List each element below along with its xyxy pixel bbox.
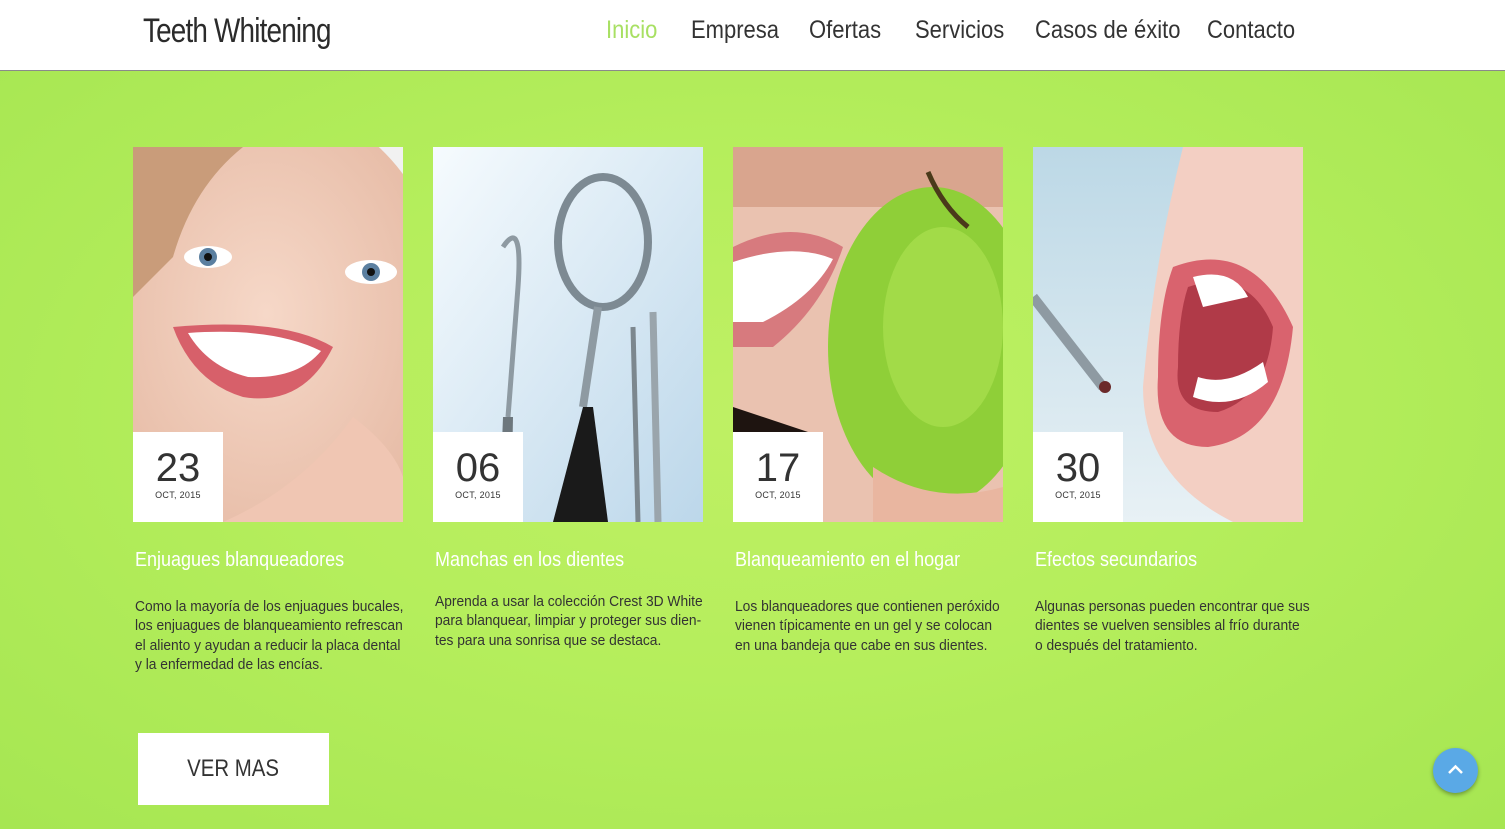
card-title[interactable]: Efectos secundarios (1035, 549, 1197, 572)
date-badge: 17 OCT, 2015 (733, 432, 823, 522)
site-header: Teeth Whitening Inicio Empresa Ofertas S… (0, 0, 1505, 71)
card-description: Algunas personas pueden encontrar que su… (1035, 598, 1310, 654)
card-title[interactable]: Enjuagues blanqueadores (135, 549, 344, 572)
nav-item-inicio[interactable]: Inicio (606, 16, 657, 45)
date-badge: 30 OCT, 2015 (1033, 432, 1123, 522)
date-month-year: OCT, 2015 (1055, 490, 1101, 500)
nav-item-empresa[interactable]: Empresa (691, 16, 779, 45)
date-badge: 23 OCT, 2015 (133, 432, 223, 522)
card-description: Aprenda a usar la colección Crest 3D Whi… (435, 593, 703, 649)
date-day: 30 (1055, 446, 1101, 490)
chevron-up-icon (1433, 748, 1478, 793)
date-day: 23 (155, 446, 201, 490)
ver-mas-label: VER MAS (187, 755, 280, 782)
nav-item-casos-de-exito[interactable]: Casos de éxito (1035, 16, 1181, 45)
card-title[interactable]: Manchas en los dientes (435, 549, 624, 572)
ver-mas-button[interactable]: VER MAS (138, 733, 329, 805)
date-day: 17 (755, 446, 801, 490)
news-section: 23 OCT, 2015 Enjuagues blanqueadores Com… (0, 71, 1505, 829)
date-day: 06 (455, 446, 501, 490)
scroll-to-top-button[interactable] (1433, 748, 1478, 793)
card-description: Los blanqueadores que contienen peróxido… (735, 598, 1000, 654)
nav-item-servicios[interactable]: Servicios (915, 16, 1004, 45)
nav-item-contacto[interactable]: Contacto (1207, 16, 1295, 45)
date-badge: 06 OCT, 2015 (433, 432, 523, 522)
card-description: Como la mayoría de los enjuagues bucales… (135, 598, 404, 673)
date-month-year: OCT, 2015 (755, 490, 801, 500)
nav-item-ofertas[interactable]: Ofertas (809, 16, 881, 45)
main-nav: Inicio Empresa Ofertas Servicios Casos d… (0, 16, 1505, 48)
date-month-year: OCT, 2015 (455, 490, 501, 500)
card-title[interactable]: Blanqueamiento en el hogar (735, 549, 960, 572)
date-month-year: OCT, 2015 (155, 490, 201, 500)
